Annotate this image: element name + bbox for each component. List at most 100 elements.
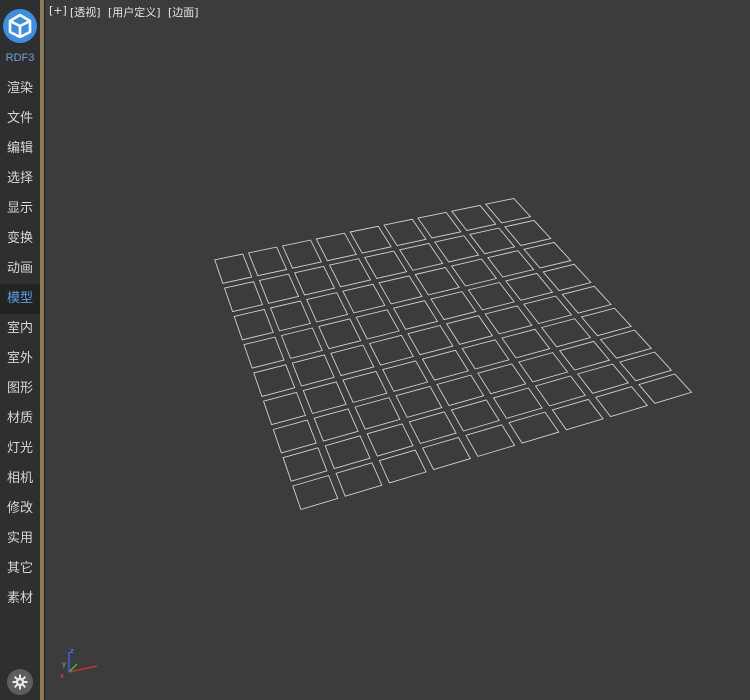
grid-tile: [523, 241, 572, 269]
sidebar-item-15[interactable]: 实用: [0, 524, 40, 554]
grid-tile: [594, 386, 649, 418]
grid-tile: [580, 307, 633, 337]
grid-tile: [281, 239, 323, 269]
grid-tile: [445, 315, 494, 345]
grid-tile: [383, 218, 427, 247]
grid-tile: [467, 281, 515, 311]
grid-tile: [262, 391, 306, 426]
grid-tile: [558, 340, 611, 371]
grid-tile: [484, 305, 533, 335]
grid-tile: [619, 351, 673, 382]
grid-tile: [306, 292, 349, 323]
grid-tile: [434, 235, 480, 263]
grid-tile: [469, 227, 516, 255]
grid-tile: [534, 375, 587, 407]
grid-tile: [214, 253, 253, 284]
grid-tile: [398, 242, 444, 271]
grid-tile: [315, 232, 357, 262]
sidebar-item-6[interactable]: 动画: [0, 254, 40, 284]
grid-tile: [451, 204, 497, 232]
grid-tile: [313, 408, 359, 442]
grid-tile: [540, 318, 592, 348]
grid-tile: [366, 423, 414, 457]
grid-tile: [355, 309, 400, 340]
grid-tile: [508, 411, 560, 444]
grid-tile: [551, 398, 604, 431]
x-axis-label: x: [60, 672, 64, 680]
grid-tile: [324, 435, 371, 470]
sidebar-item-13[interactable]: 相机: [0, 464, 40, 494]
sidebar: RDF3 渲染 文件 编辑 选择 显示 变换 动画 模型 室内 室外 图形 材质 灯光 相机 修改 实用 其它素…: [0, 0, 40, 700]
grid-tile: [395, 385, 443, 418]
sidebar-item-3[interactable]: 选择: [0, 164, 40, 194]
grid-tile: [407, 324, 454, 356]
sidebar-item-17[interactable]: 素材: [0, 584, 40, 614]
grid-tile: [522, 295, 573, 325]
sidebar-item-1[interactable]: 文件: [0, 104, 40, 134]
grid-tile: [282, 447, 328, 482]
grid-tile: [293, 265, 336, 296]
grid-tile: [378, 449, 427, 484]
grid-tile: [450, 399, 500, 432]
grid-tile: [392, 300, 439, 330]
grid-tile: [378, 275, 423, 305]
grid-tile: [233, 308, 274, 341]
grid-tile: [342, 283, 386, 314]
sidebar-item-2[interactable]: 编辑: [0, 134, 40, 164]
brand-label: RDF3: [5, 52, 35, 64]
grid-tile: [461, 339, 510, 370]
sidebar-item-7[interactable]: 模型: [0, 284, 40, 314]
grid-tile: [542, 263, 592, 292]
grid-tile: [417, 211, 462, 239]
grid-tile: [638, 373, 693, 404]
perspective-viewport[interactable]: [+] [透视] [用户定义] [边面] z y x: [45, 0, 750, 700]
axis-gizmo: z y x: [60, 647, 98, 680]
z-axis-label: z: [70, 647, 74, 655]
grid-tile: [349, 225, 392, 254]
grid-tile: [487, 250, 535, 278]
sidebar-item-8[interactable]: 室内: [0, 314, 40, 344]
grid-tile: [414, 266, 460, 296]
sidebar-item-5[interactable]: 变换: [0, 224, 40, 254]
grid-tile: [335, 462, 383, 497]
grid-tile: [484, 198, 532, 224]
sidebar-item-0[interactable]: 渲染: [0, 74, 40, 104]
sidebar-item-11[interactable]: 材质: [0, 404, 40, 434]
grid-tile: [504, 219, 552, 247]
grid-tile: [576, 363, 630, 394]
grid-tile: [561, 285, 612, 314]
logo-cube-icon: [8, 13, 32, 39]
grid-tile: [243, 336, 285, 369]
wireframe-tile-grid: [214, 198, 693, 511]
grid-tile: [223, 281, 264, 313]
grid-tile: [302, 381, 347, 415]
grid-tile: [272, 419, 317, 454]
grid-tile: [354, 397, 401, 430]
sidebar-item-10[interactable]: 图形: [0, 374, 40, 404]
grid-tile: [599, 329, 653, 359]
sidebar-item-16[interactable]: 其它: [0, 554, 40, 584]
gear-icon: [12, 674, 28, 690]
grid-tile: [269, 300, 312, 332]
grid-tile: [247, 246, 288, 277]
grid-tile: [368, 334, 414, 366]
grid-tile: [465, 424, 516, 457]
grid-tile: [253, 364, 296, 397]
grid-tile: [328, 258, 372, 288]
sidebar-item-12[interactable]: 灯光: [0, 434, 40, 464]
grid-tile: [450, 258, 498, 287]
settings-button[interactable]: [7, 669, 33, 695]
sidebar-item-4[interactable]: 显示: [0, 194, 40, 224]
grid-tile: [421, 349, 470, 381]
grid-tile: [408, 411, 457, 445]
sidebar-item-9[interactable]: 室外: [0, 344, 40, 374]
grid-tile: [492, 387, 543, 419]
app-logo[interactable]: [3, 9, 37, 43]
grid-tile: [505, 272, 554, 301]
grid-tile: [292, 474, 339, 511]
grid-tile: [421, 436, 472, 471]
grid-tile: [501, 328, 551, 359]
grid-tile: [430, 291, 477, 321]
grid-tile: [330, 344, 375, 377]
sidebar-item-14[interactable]: 修改: [0, 494, 40, 524]
